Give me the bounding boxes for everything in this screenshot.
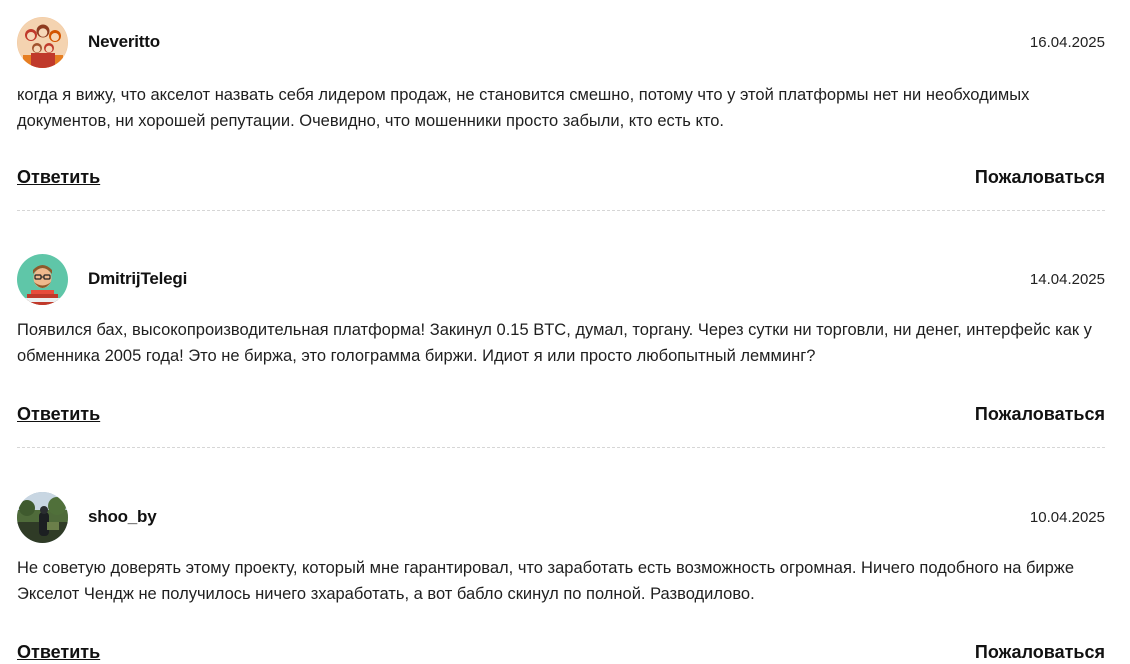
reply-link[interactable]: Ответить xyxy=(17,642,100,663)
comment-author: DmitrijTelegi xyxy=(88,269,188,288)
comment-actions: Ответить Пожаловаться xyxy=(17,404,1105,428)
report-link[interactable]: Пожаловаться xyxy=(975,167,1105,188)
comment-header: shoo_by 10.04.2025 xyxy=(17,492,1105,544)
comment-text: Не советую доверять этому проекту, котор… xyxy=(17,559,1075,603)
comment-actions: Ответить Пожаловаться xyxy=(17,167,1105,191)
comment-header: Neveritto 16.04.2025 xyxy=(17,17,1105,69)
comment-date: 14.04.2025 xyxy=(1029,271,1105,288)
comment-date: 10.04.2025 xyxy=(1029,509,1105,526)
report-link[interactable]: Пожаловаться xyxy=(975,642,1105,663)
reply-link[interactable]: Ответить xyxy=(17,404,100,425)
comment-text: Появился бах, высокопроизводительная пла… xyxy=(17,321,1092,365)
comments-list: Neveritto 16.04.2025 когда я вижу, что а… xyxy=(0,0,1130,664)
comment-actions: Ответить Пожаловаться xyxy=(17,642,1105,664)
comment-item: DmitrijTelegi 14.04.2025 Появился бах, в… xyxy=(17,254,1105,448)
family-photo-avatar-icon xyxy=(17,17,68,68)
avatar[interactable] xyxy=(17,492,68,543)
park-photo-avatar-icon xyxy=(17,492,68,543)
comment-text: когда я вижу, что акселот назвать себя л… xyxy=(17,86,1030,130)
cartoon-man-avatar-icon xyxy=(17,254,68,305)
comment-item: shoo_by 10.04.2025 Не советую доверять э… xyxy=(17,492,1105,662)
divider xyxy=(17,210,1105,211)
comment-date: 16.04.2025 xyxy=(1029,34,1105,51)
report-link[interactable]: Пожаловаться xyxy=(975,404,1105,425)
comment-author: shoo_by xyxy=(88,507,157,526)
comment-author: Neveritto xyxy=(88,32,160,51)
divider xyxy=(17,447,1105,448)
comment-header: DmitrijTelegi 14.04.2025 xyxy=(17,254,1105,306)
comment-item: Neveritto 16.04.2025 когда я вижу, что а… xyxy=(17,17,1105,211)
avatar[interactable] xyxy=(17,17,68,68)
reply-link[interactable]: Ответить xyxy=(17,167,100,188)
avatar[interactable] xyxy=(17,254,68,305)
